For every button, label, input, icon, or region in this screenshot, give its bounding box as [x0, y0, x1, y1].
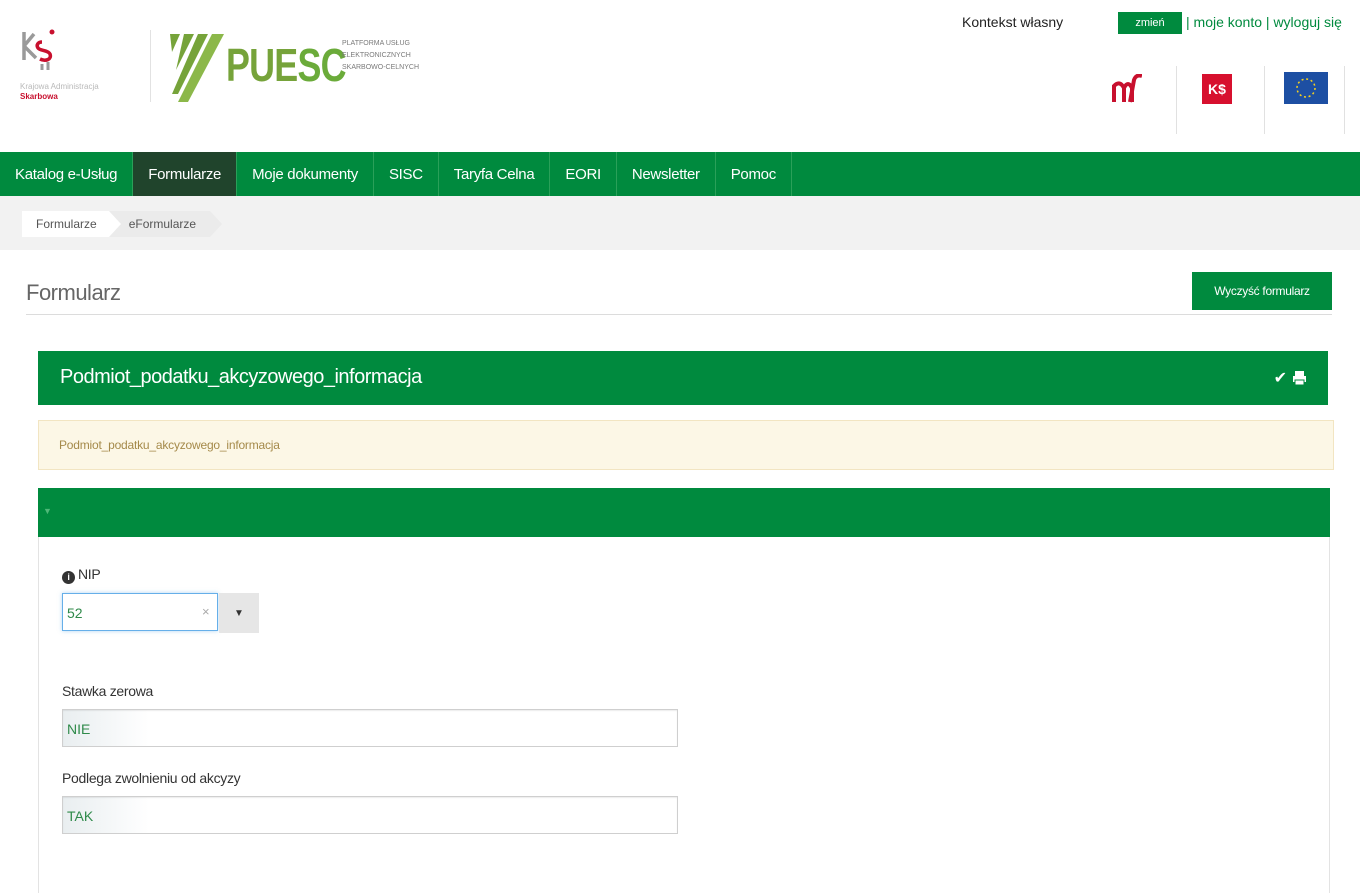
nav-item-sisc[interactable]: SISC [374, 152, 439, 196]
title-divider [26, 314, 1332, 315]
puesc-logo[interactable]: PUESC PLATFORMA USŁUG ELEKTRONICZNYCH SK… [168, 30, 458, 106]
account-links: | moje konto | wyloguj się [1186, 14, 1342, 30]
nav-item-newsletter[interactable]: Newsletter [617, 152, 716, 196]
link-separator: | [1265, 14, 1270, 30]
puesc-stripes-icon [170, 34, 224, 102]
check-icon[interactable]: ✔ [1274, 368, 1287, 388]
print-icon[interactable] [1293, 371, 1306, 385]
zwolnienie-field[interactable]: TAK [62, 796, 678, 834]
section-header: Podmiot_podatku_akcyzowego_informacja ✔ [38, 351, 1328, 405]
eu-flag-icon[interactable] [1284, 72, 1328, 104]
logo-divider [1176, 66, 1177, 134]
kas-text-line1: Krajowa Administracja [20, 82, 99, 91]
nip-dropdown-button[interactable]: ▼ [219, 593, 259, 633]
logo-divider [150, 30, 151, 102]
mf-logo-icon[interactable] [1112, 74, 1142, 104]
nip-input[interactable]: 52 [62, 593, 218, 631]
breadcrumb-item-formularze[interactable]: Formularze [22, 211, 121, 237]
collapse-caret-icon[interactable]: ▼ [43, 506, 52, 516]
nav-item-taryfa-celna[interactable]: Taryfa Celna [439, 152, 551, 196]
breadcrumb-item-eformularze[interactable]: eFormularze [108, 211, 223, 237]
main-nav: Katalog e-Usług Formularze Moje dokument… [0, 152, 1360, 196]
zwolnienie-label: Podlega zwolnieniu od akcyzy [62, 770, 241, 786]
page-header: Krajowa Administracja Skarbowa PUESC PLA… [0, 0, 1360, 152]
change-context-button[interactable]: zmień [1118, 12, 1182, 34]
stawka-zerowa-field[interactable]: NIE [62, 709, 678, 747]
puesc-wordmark: PUESC [226, 39, 347, 91]
nav-item-eori[interactable]: EORI [550, 152, 617, 196]
kas-logo[interactable]: Krajowa Administracja Skarbowa [20, 26, 130, 126]
info-icon[interactable]: i [62, 570, 75, 584]
nav-item-formularze[interactable]: Formularze [133, 152, 238, 196]
stawka-zerowa-label: Stawka zerowa [62, 683, 154, 699]
nav-item-moje-dokumenty[interactable]: Moje dokumenty [237, 152, 374, 196]
breadcrumb: Formularze eFormularze [22, 211, 223, 237]
caret-down-icon: ▼ [234, 607, 244, 619]
logo-divider [1344, 66, 1345, 134]
puesc-tagline: PLATFORMA USŁUG ELEKTRONICZNYCH SKARBOWO… [342, 40, 420, 71]
section-icons: ✔ [1274, 368, 1306, 388]
kas-emblem-icon [22, 29, 55, 70]
page-title: Formularz [26, 280, 121, 305]
svg-text:K$: K$ [1208, 81, 1226, 97]
link-separator: | [1186, 14, 1190, 30]
info-alert-text: Podmiot_podatku_akcyzowego_informacja [59, 438, 280, 452]
logout-link[interactable]: wyloguj się [1273, 14, 1341, 30]
clear-form-button[interactable]: Wyczyść formularz [1192, 272, 1332, 310]
logo-divider [1264, 66, 1265, 134]
kas-small-logo-icon[interactable]: K$ [1202, 74, 1232, 104]
clear-icon[interactable]: × [202, 604, 210, 619]
nip-label: i NIP [62, 566, 101, 584]
info-alert: Podmiot_podatku_akcyzowego_informacja [38, 420, 1334, 470]
nav-item-katalog[interactable]: Katalog e-Usług [0, 152, 134, 196]
context-label: Kontekst własny [962, 14, 1064, 30]
my-account-link[interactable]: moje konto [1194, 14, 1262, 30]
kas-text-line2: Skarbowa [20, 92, 58, 101]
section-title: Podmiot_podatku_akcyzowego_informacja [60, 366, 422, 388]
panel-header[interactable]: ▼ [38, 488, 1330, 537]
nav-item-pomoc[interactable]: Pomoc [716, 152, 792, 196]
